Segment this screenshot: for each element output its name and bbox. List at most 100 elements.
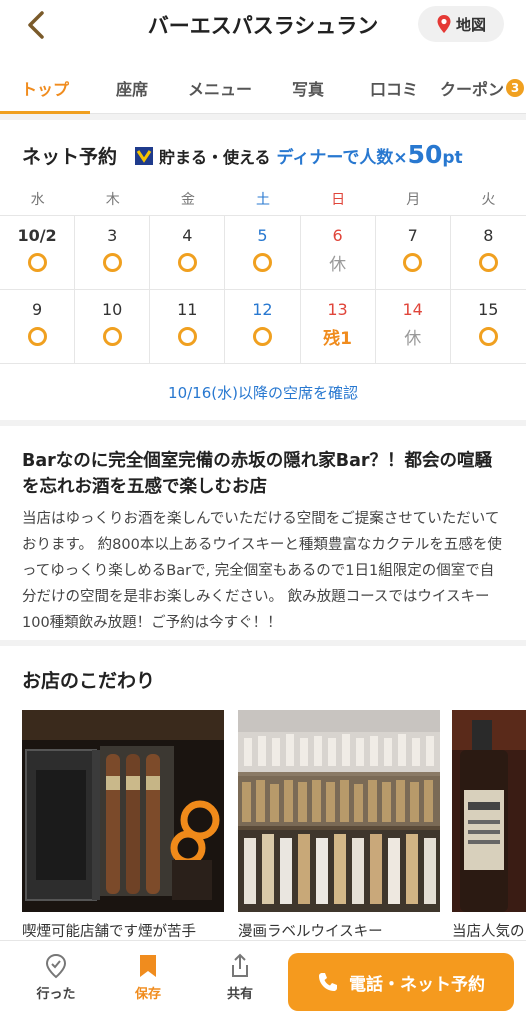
available-icon [478, 252, 498, 272]
dinner-point-label: ディナーで人数× [276, 148, 408, 168]
bottom-action-bar: 行った 保存 共有 電話・ネット予約 [0, 940, 526, 1024]
went-label: 行った [36, 987, 76, 1002]
available-icon [252, 252, 272, 272]
whisky-shelf-photo [238, 710, 440, 912]
calendar-day-number: 10 [102, 300, 123, 319]
calendar-day-number: 9 [31, 300, 43, 319]
calendar-day[interactable]: 7 [376, 216, 451, 289]
calendar-bottom-border [0, 363, 526, 364]
calendar-day[interactable]: 4 [150, 216, 226, 289]
calendar-day-number: 15 [478, 300, 499, 319]
more-availability-link[interactable]: 10/16(水)以降の空席を確認 [0, 382, 526, 403]
section-divider [0, 114, 526, 120]
available-icon [27, 252, 47, 272]
point-label: 貯まる・使える [159, 148, 271, 167]
calendar-day[interactable]: 3 [75, 216, 151, 289]
went-button[interactable]: 行った [26, 953, 86, 1002]
calendar-day-number: 8 [483, 226, 494, 245]
calendar-day[interactable]: 5 [225, 216, 301, 289]
tab-bar: トップ 座席 メニュー 写真 口コミ クーポン 3 [0, 62, 526, 115]
reservation-title: ネット予約 [22, 146, 118, 168]
calendar-day-number: 13 [327, 300, 348, 319]
calendar-day-number: 6 [332, 226, 343, 245]
closed-label: 休 [404, 328, 422, 349]
closed-label: 休 [329, 254, 347, 275]
kodawari-caption: 当店人気の [452, 924, 525, 940]
tab-reviews[interactable]: 口コミ [350, 62, 438, 114]
location-check-icon [45, 953, 67, 979]
calendar-week-row: 9 10 11 12 13 残1 14 休 15 [0, 289, 526, 363]
available-icon [252, 326, 272, 346]
calendar-day[interactable]: 15 [451, 290, 526, 363]
phone-icon [319, 973, 337, 991]
whisky-bottle-photo [452, 710, 526, 912]
available-icon [102, 326, 122, 346]
available-icon [478, 326, 498, 346]
map-button[interactable]: 地図 [418, 6, 504, 42]
save-label: 保存 [134, 987, 161, 1002]
tab-coupons-label: クーポン [439, 80, 504, 99]
section-divider [0, 420, 526, 426]
tab-seats[interactable]: 座席 [90, 62, 174, 114]
kodawari-title: お店のこだわり [22, 670, 156, 692]
point-logo-icon [135, 147, 154, 165]
share-label: 共有 [226, 987, 253, 1002]
cigar-photo [22, 710, 224, 912]
reservation-calendar: 水 木 金 土 日 月 火 10/2 3 4 5 6 休 7 8 9 10 11… [0, 185, 526, 364]
weekday-row: 水 木 金 土 日 月 火 [0, 185, 526, 215]
weekday-label: 火 [481, 192, 496, 208]
calendar-day-number: 4 [182, 226, 193, 245]
kodawari-caption: 喫煙可能店舗です煙が苦手 [22, 924, 196, 940]
calendar-day: 14 休 [376, 290, 451, 363]
calendar-day[interactable]: 9 [0, 290, 76, 363]
weekday-label: 水 [30, 192, 45, 208]
bookmark-icon [140, 955, 156, 977]
save-button[interactable]: 保存 [118, 953, 178, 1002]
tab-menu[interactable]: メニュー [174, 62, 266, 114]
calendar-day[interactable]: 10/2 [0, 216, 76, 289]
kodawari-card[interactable]: 漫画ラベルウイスキー [238, 710, 440, 941]
weekday-label: 木 [105, 192, 120, 208]
remaining-seats-label: 残1 [323, 328, 352, 349]
dinner-point-value: 50 [407, 140, 443, 169]
weekday-label: 土 [255, 192, 270, 208]
calendar-day[interactable]: 12 [225, 290, 301, 363]
reservation-header: ネット予約 貯まる・使える ディナーで人数× 50 pt [22, 140, 516, 172]
calendar-day[interactable]: 11 [150, 290, 226, 363]
calendar-day-number: 5 [257, 226, 268, 245]
available-icon [27, 326, 47, 346]
calendar-day[interactable]: 10 [75, 290, 151, 363]
calendar-day-number: 14 [402, 300, 423, 319]
call-reserve-button[interactable]: 電話・ネット予約 [288, 953, 514, 1011]
call-reserve-label: 電話・ネット予約 [349, 974, 485, 995]
section-divider [0, 640, 526, 646]
kodawari-card[interactable]: 当店人気の [452, 710, 526, 941]
available-icon [102, 252, 122, 272]
available-icon [403, 252, 423, 272]
map-button-label: 地図 [455, 15, 486, 34]
calendar-day[interactable]: 13 残1 [301, 290, 376, 363]
calendar-day-number: 12 [252, 300, 273, 319]
kodawari-carousel[interactable]: 喫煙可能店舗です煙が苦手 漫画ラベルウイスキー 当店人気の [22, 710, 526, 944]
calendar-week-row: 10/2 3 4 5 6 休 7 8 [0, 215, 526, 289]
app-header: バーエスパスラシュラン 地図 [0, 0, 526, 52]
tab-top[interactable]: トップ [0, 62, 90, 115]
calendar-day-number: 7 [407, 226, 418, 245]
kodawari-card[interactable]: 喫煙可能店舗です煙が苦手 [22, 710, 224, 941]
shop-catchcopy: Barなのに完全個室完備の赤坂の隠れ家Bar？！都会の喧騒を忘れお酒を五感で楽し… [22, 451, 493, 497]
tab-photos[interactable]: 写真 [266, 62, 350, 114]
map-pin-icon [437, 15, 451, 33]
point-unit: pt [442, 148, 463, 168]
weekday-label: 日 [331, 192, 346, 208]
calendar-day: 6 休 [301, 216, 376, 289]
coupon-count-badge: 3 [506, 79, 524, 97]
calendar-day[interactable]: 8 [451, 216, 526, 289]
weekday-label: 月 [406, 192, 421, 208]
available-icon [177, 252, 197, 272]
tab-coupons[interactable]: クーポン 3 [438, 62, 526, 114]
share-icon [232, 953, 248, 977]
share-button[interactable]: 共有 [210, 953, 270, 1002]
weekday-label: 金 [180, 192, 195, 208]
shop-description: 当店はゆっくりお酒を楽しんでいただける空間をご提案させていただいております。 約… [22, 511, 502, 631]
calendar-day-number: 11 [177, 300, 198, 319]
